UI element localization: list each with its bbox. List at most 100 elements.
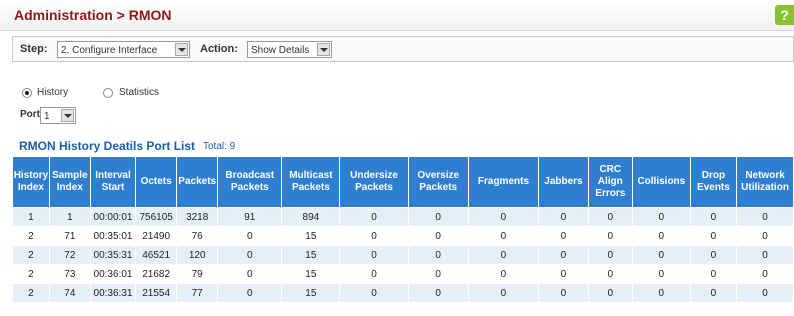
table-cell: 0: [587, 207, 633, 227]
table-cell: 0: [217, 245, 283, 265]
table-cell: 76: [176, 226, 219, 246]
step-select-value: 2. Configure Interface: [61, 45, 158, 56]
table-cell: 0: [407, 207, 469, 227]
table-cell: 0: [339, 207, 409, 227]
history-radio-label: History: [37, 87, 69, 98]
table-cell: 00:35:31: [89, 245, 137, 265]
table-cell: 0: [467, 226, 540, 246]
table-cell: 72: [48, 245, 91, 265]
chevron-down-icon: [61, 109, 74, 122]
table-cell: 0: [339, 283, 409, 303]
table-cell: 15: [281, 226, 341, 246]
statistics-radio[interactable]: [103, 88, 113, 98]
table-cell: 0: [587, 264, 633, 284]
table-cell: 0: [736, 283, 794, 303]
table-cell: 3218: [176, 207, 219, 227]
column-header: Jabbers: [538, 156, 589, 208]
step-toolbar: Step: 2. Configure Interface Action: Sho…: [12, 36, 794, 62]
table-cell: 0: [538, 207, 589, 227]
table-cell: 0: [736, 226, 794, 246]
table-cell: 0: [587, 226, 633, 246]
table-cell: 21682: [135, 264, 178, 284]
table-cell: 73: [48, 264, 91, 284]
table-cell: 0: [631, 283, 691, 303]
table-row: 2 73 00:36:01 21682 79 0 15 0 0 0 0 0 0 0 0: [12, 264, 794, 284]
action-select-value: Show Details: [251, 45, 310, 56]
table-cell: 00:00:01: [89, 207, 137, 227]
table-cell: 79: [176, 264, 219, 284]
table-cell: 0: [631, 245, 691, 265]
table-cell: 0: [538, 226, 589, 246]
column-header: History Index: [12, 156, 50, 208]
table-cell: 21490: [135, 226, 178, 246]
column-header: Drop Events: [689, 156, 738, 208]
table-cell: 0: [217, 283, 283, 303]
table-cell: 0: [689, 207, 738, 227]
table-cell: 0: [587, 283, 633, 303]
table-cell: 0: [339, 226, 409, 246]
table-cell: 91: [217, 207, 283, 227]
port-select[interactable]: 1: [40, 107, 76, 124]
column-header: Network Utilization: [736, 156, 794, 208]
table-cell: 15: [281, 245, 341, 265]
table-cell: 00:36:31: [89, 283, 137, 303]
port-select-value: 1: [44, 111, 50, 122]
list-title: RMON History Deatils Port List: [19, 139, 196, 153]
table-cell: 0: [538, 264, 589, 284]
table-cell: 894: [281, 207, 341, 227]
column-header: CRC Align Errors: [587, 156, 633, 208]
table-cell: 0: [467, 207, 540, 227]
help-icon[interactable]: ?: [775, 5, 794, 25]
table-cell: 77: [176, 283, 219, 303]
column-header: Packets: [176, 156, 219, 208]
table-cell: 15: [281, 264, 341, 284]
table-cell: 0: [407, 264, 469, 284]
table-cell: 120: [176, 245, 219, 265]
table-header-row: History Index Sample Index Interval Star…: [12, 156, 794, 208]
table-cell: 0: [631, 264, 691, 284]
table-row: 2 71 00:35:01 21490 76 0 15 0 0 0 0 0 0 0 0: [12, 226, 794, 246]
table-cell: 15: [281, 283, 341, 303]
column-header: Oversize Packets: [407, 156, 469, 208]
table-cell: 0: [689, 245, 738, 265]
table-row: 2 72 00:35:31 46521 120 0 15 0 0 0 0 0 0 0 0: [12, 245, 794, 265]
table-cell: 00:35:01: [89, 226, 137, 246]
table-cell: 0: [217, 226, 283, 246]
table-cell: 0: [467, 283, 540, 303]
column-header: Undersize Packets: [339, 156, 409, 208]
table-cell: 0: [407, 283, 469, 303]
table-cell: 0: [689, 283, 738, 303]
column-header: Octets: [135, 156, 178, 208]
table-cell: 46521: [135, 245, 178, 265]
table-cell: 1: [12, 207, 50, 227]
table-cell: 0: [631, 207, 691, 227]
table-cell: 0: [736, 264, 794, 284]
table-cell: 2: [12, 245, 50, 265]
column-header: Multicast Packets: [281, 156, 341, 208]
table-cell: 2: [12, 264, 50, 284]
table-row: 1 1 00:00:01 756105 3218 91 894 0 0 0 0 0 0 0 0: [12, 207, 794, 227]
column-header: Sample Index: [48, 156, 91, 208]
table-cell: 0: [467, 245, 540, 265]
table-cell: 0: [217, 264, 283, 284]
action-select[interactable]: Show Details: [247, 41, 332, 58]
column-header: Collisions: [631, 156, 691, 208]
statistics-radio-label: Statistics: [119, 87, 160, 98]
table-cell: 0: [339, 264, 409, 284]
table-cell: 0: [538, 283, 589, 303]
table-cell: 0: [736, 245, 794, 265]
history-radio[interactable]: [22, 88, 32, 98]
title-bar: Administration > RMON ?: [0, 0, 794, 31]
table-cell: 0: [538, 245, 589, 265]
chevron-down-icon: [317, 43, 330, 56]
table-cell: 2: [12, 283, 50, 303]
column-header: Broadcast Packets: [217, 156, 283, 208]
table-row: 2 74 00:36:31 21554 77 0 15 0 0 0 0 0 0 0 0: [12, 283, 794, 303]
table-cell: 1: [48, 207, 91, 227]
step-select[interactable]: 2. Configure Interface: [57, 41, 190, 58]
table-cell: 0: [339, 245, 409, 265]
step-label: Step:: [20, 43, 48, 55]
port-label: Port: [20, 109, 40, 120]
table-cell: 21554: [135, 283, 178, 303]
list-total: Total: 9: [203, 141, 236, 152]
